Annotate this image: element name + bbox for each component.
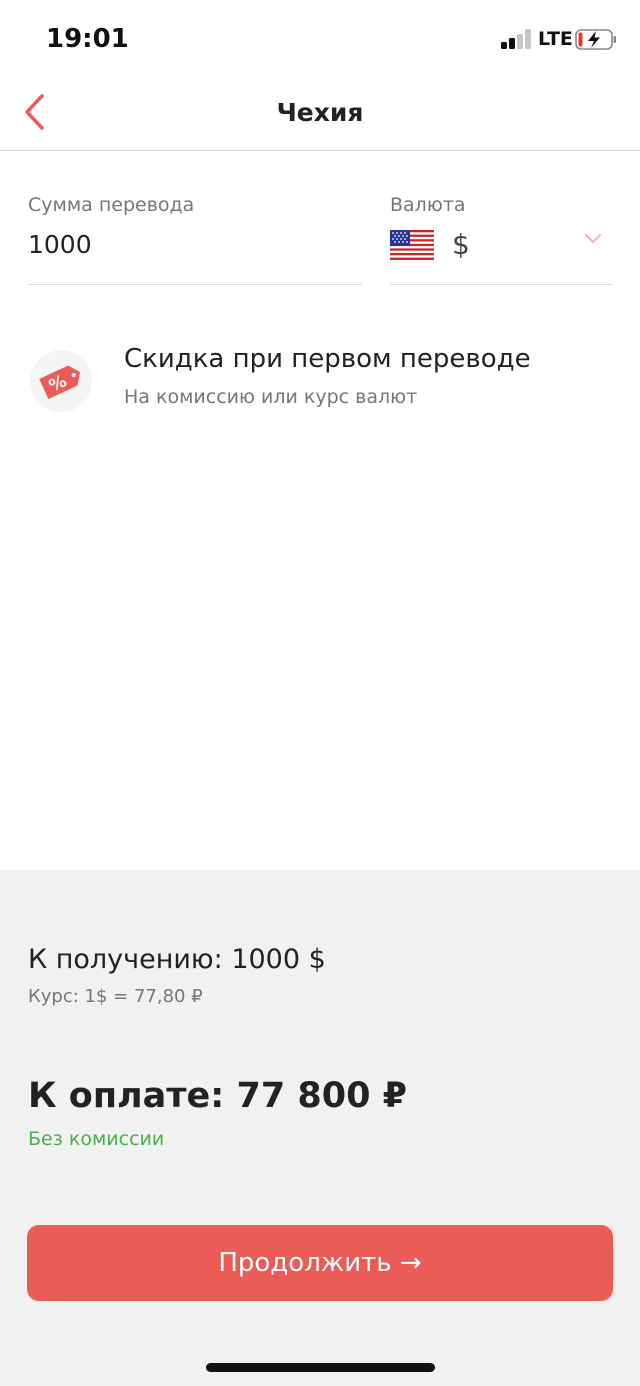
promo-subtitle: На комиссию или курс валют — [124, 386, 418, 408]
chevron-down-icon — [585, 234, 601, 243]
payment-amount: К оплате: 77 800 ₽ — [28, 1076, 407, 1116]
first-transfer-discount-banner[interactable]: % Скидка при первом переводе На комиссию… — [30, 340, 610, 430]
battery-charging-icon — [575, 29, 616, 50]
signal-icon — [501, 29, 533, 49]
discount-tag-icon: % — [30, 350, 92, 412]
status-time: 19:01 — [46, 24, 129, 54]
exchange-rate: Курс: 1$ = 77,80 ₽ — [28, 986, 203, 1007]
currency-symbol: $ — [452, 228, 470, 261]
amount-label: Сумма перевода — [28, 194, 195, 216]
amount-input[interactable] — [28, 230, 328, 259]
continue-button[interactable]: Продолжить → — [27, 1225, 613, 1301]
promo-title: Скидка при первом переводе — [124, 344, 531, 374]
currency-select[interactable]: Валюта $ — [390, 190, 613, 285]
receive-amount: К получению: 1000 $ — [28, 944, 326, 975]
page-title: Чехия — [276, 98, 364, 127]
currency-label: Валюта — [390, 194, 466, 216]
us-flag-icon — [390, 230, 434, 260]
home-indicator[interactable] — [206, 1363, 435, 1372]
payment-summary: К получению: 1000 $ Курс: 1$ = 77,80 ₽ К… — [0, 870, 640, 1386]
status-bar: 19:01 LTE — [0, 0, 640, 80]
network-type: LTE — [538, 28, 573, 50]
amount-field[interactable]: Сумма перевода — [28, 190, 362, 285]
fee-note: Без комиссии — [28, 1128, 165, 1150]
navigation-bar: Чехия — [0, 80, 640, 151]
transfer-screen: 19:01 LTE Чехия Сумма перевода Валюта — [0, 0, 640, 1386]
